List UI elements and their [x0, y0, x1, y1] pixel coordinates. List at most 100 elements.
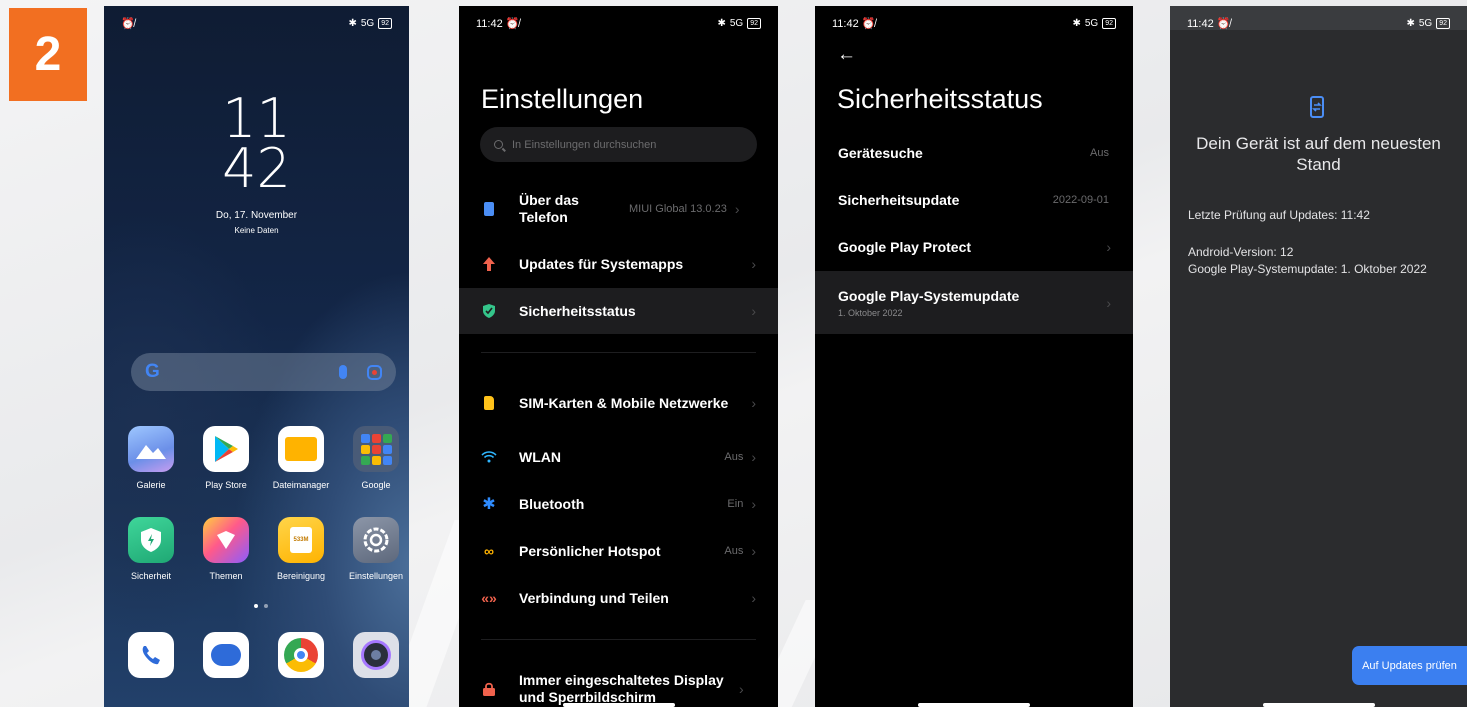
battery-icon: 92: [1102, 17, 1116, 29]
settings-item-wlan[interactable]: WLAN Aus ›: [459, 434, 778, 480]
battery-icon: 92: [1436, 17, 1450, 29]
app-google-folder[interactable]: Google: [341, 426, 409, 490]
google-folder-icon: [353, 426, 399, 472]
security-item-play-system-update[interactable]: Google Play-Systemupdate 1. Oktober 2022…: [815, 271, 1133, 334]
chevron-right-icon: ›: [751, 543, 756, 559]
settings-item-connection-sharing[interactable]: «» Verbindung und Teilen ›: [459, 575, 778, 621]
cleaner-icon: 533M: [278, 517, 324, 563]
status-time: 11:42: [832, 17, 859, 30]
settings-item-security-status[interactable]: Sicherheitsstatus ›: [459, 288, 778, 334]
themes-icon: [203, 517, 249, 563]
phone-home-screen: ⏰̸ ✱ 5G 92 11 42 Do, 17. November Keine …: [104, 6, 409, 707]
bluetooth-status-icon: ✱: [1406, 17, 1415, 29]
dock-phone[interactable]: [116, 632, 186, 678]
wifi-icon: [459, 451, 519, 463]
battery-icon: 92: [378, 17, 392, 29]
chevron-right-icon: ›: [751, 590, 756, 606]
settings-item-sim-networks[interactable]: SIM-Karten & Mobile Netzwerke ›: [459, 380, 778, 426]
section-divider: [481, 639, 756, 640]
phone-info-icon: [459, 202, 519, 216]
settings-item-hotspot[interactable]: ∞ Persönlicher Hotspot Aus ›: [459, 528, 778, 574]
chevron-right-icon: ›: [1106, 239, 1111, 255]
alarm-off-icon: ⏰̸: [861, 17, 876, 30]
signal-icon: 5G: [1418, 17, 1433, 29]
system-update-icon: [1310, 96, 1324, 118]
page-indicator: [254, 604, 268, 608]
chevron-right-icon: ›: [751, 449, 756, 465]
home-indicator: [1262, 703, 1375, 707]
app-cleaner[interactable]: 533M Bereinigung: [266, 517, 336, 581]
phone-icon: [128, 632, 174, 678]
search-placeholder: In Einstellungen durchsuchen: [512, 138, 657, 151]
status-time: 11:42: [476, 17, 503, 30]
google-logo-icon: G: [145, 361, 160, 382]
weather-label: Keine Daten: [234, 226, 279, 235]
chevron-right-icon: ›: [751, 256, 756, 272]
google-search-bar[interactable]: G: [131, 353, 396, 391]
signal-icon: 5G: [360, 17, 375, 29]
signal-icon: 5G: [1084, 17, 1099, 29]
phone-security-status-screen: 11:42 ⏰̸ ✱ 5G 92 ← Sicherheitsstatus Gerät…: [815, 6, 1133, 707]
chevron-right-icon: ›: [734, 201, 740, 217]
home-indicator: [918, 703, 1030, 707]
phone-settings-screen: 11:42 ⏰̸ ✱ 5G 92 Einstellungen In Einstell…: [459, 6, 778, 707]
app-security[interactable]: Sicherheit: [116, 517, 186, 581]
phone-system-update-screen: 11:42 ⏰̸ ✱ 5G 92 Dein Gerät ist auf dem ne…: [1170, 6, 1467, 707]
security-item-device-finder[interactable]: Gerätesuche Aus: [815, 130, 1133, 176]
step-number-badge: 2: [9, 8, 87, 101]
messages-icon: [203, 632, 249, 678]
page-title: Sicherheitsstatus: [837, 84, 1043, 114]
security-item-play-protect[interactable]: Google Play Protect ›: [815, 224, 1133, 270]
dock-chrome[interactable]: [266, 632, 336, 678]
alarm-off-icon: ⏰̸: [121, 17, 135, 30]
settings-item-about-phone[interactable]: Über das Telefon MIUI Global 13.0.23 ›: [459, 186, 778, 232]
update-status-headline: Dein Gerät ist auf dem neuesten Stand: [1196, 134, 1441, 174]
chevron-right-icon: ›: [751, 496, 756, 512]
status-time: 11:42: [1187, 17, 1214, 30]
app-settings[interactable]: Einstellungen: [341, 517, 409, 581]
app-play-store[interactable]: Play Store: [191, 426, 261, 490]
lock-clock: 11 42: [104, 92, 409, 200]
home-indicator: [562, 703, 675, 707]
alarm-off-icon: ⏰̸: [505, 17, 520, 30]
bluetooth-status-icon: ✱: [717, 17, 726, 29]
hotspot-icon: ∞: [484, 543, 494, 559]
settings-gear-icon: [353, 517, 399, 563]
bluetooth-status-icon: ✱: [348, 17, 357, 29]
sim-card-icon: [459, 396, 519, 410]
app-themes[interactable]: Themen: [191, 517, 261, 581]
chevron-right-icon: ›: [1106, 294, 1111, 311]
back-arrow-icon[interactable]: ←: [837, 44, 856, 66]
gallery-icon: [128, 426, 174, 472]
status-bar: 11:42 ⏰̸ ✱ 5G 92: [815, 14, 1133, 32]
settings-item-always-on-display[interactable]: Immer eingeschaltetes Display und Sperrb…: [459, 666, 778, 707]
lock-icon: [459, 682, 519, 696]
security-shield-icon: [128, 517, 174, 563]
settings-search-input[interactable]: In Einstellungen durchsuchen: [480, 127, 757, 162]
bluetooth-icon: ✱: [482, 496, 496, 513]
google-lens-icon[interactable]: [367, 364, 382, 380]
settings-item-system-app-updates[interactable]: Updates für Systemapps ›: [459, 241, 778, 287]
play-store-icon: [203, 426, 249, 472]
status-bar: 11:42 ⏰̸ ✱ 5G 92: [1170, 14, 1467, 32]
app-gallery[interactable]: Galerie: [116, 426, 186, 490]
chevron-right-icon: ›: [739, 681, 744, 697]
arrow-up-icon: [459, 257, 519, 271]
camera-icon: [353, 632, 399, 678]
check-for-updates-button[interactable]: Auf Updates prüfen: [1352, 646, 1467, 685]
security-item-security-update[interactable]: Sicherheitsupdate 2022-09-01: [815, 177, 1133, 223]
last-check-text: Letzte Prüfung auf Updates: 11:42: [1188, 208, 1370, 222]
signal-icon: 5G: [729, 17, 744, 29]
settings-item-bluetooth[interactable]: ✱ Bluetooth Ein ›: [459, 481, 778, 527]
section-divider: [481, 352, 756, 353]
play-system-update-text: Google Play-Systemupdate: 1. Oktober 202…: [1188, 262, 1427, 276]
page-title: Einstellungen: [481, 84, 644, 114]
shield-check-icon: [459, 304, 519, 318]
clock-minute: 42: [222, 137, 291, 200]
android-version-text: Android-Version: 12: [1188, 245, 1294, 259]
dock-messages[interactable]: [191, 632, 261, 678]
bluetooth-status-icon: ✱: [1072, 17, 1081, 29]
dock-camera[interactable]: [341, 632, 409, 678]
microphone-icon[interactable]: [339, 365, 347, 379]
app-file-manager[interactable]: Dateimanager: [266, 426, 336, 490]
